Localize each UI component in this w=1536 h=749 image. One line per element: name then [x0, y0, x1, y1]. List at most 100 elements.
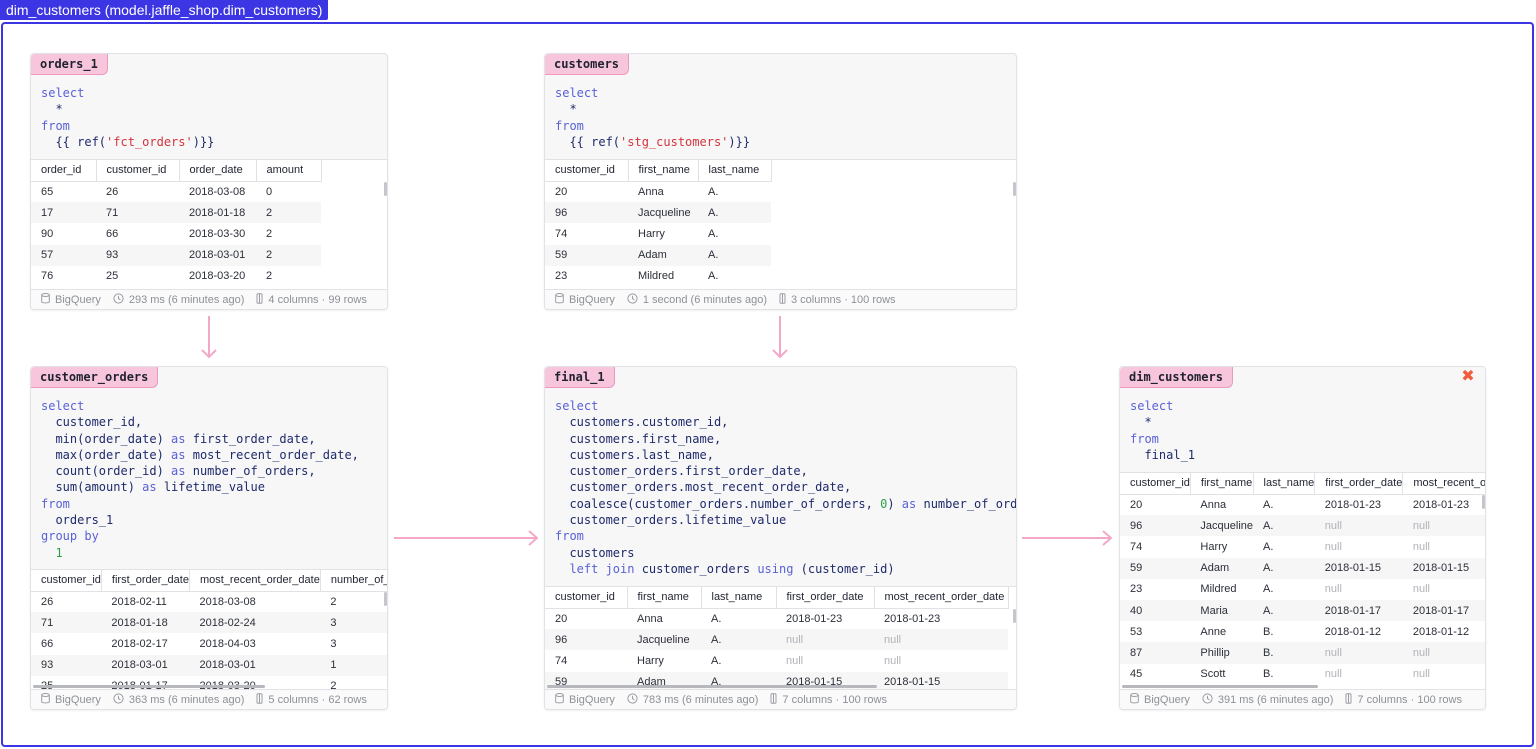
- table-cell: 0: [266, 185, 273, 198]
- code-line: customers.first_name,: [555, 431, 1010, 447]
- table-row[interactable]: 23 Mildred A.: [545, 266, 771, 287]
- column-header[interactable]: customer_id: [545, 160, 629, 182]
- source-label: BigQuery: [41, 290, 101, 309]
- sql-code[interactable]: select * from {{ ref('stg_customers')}}: [555, 85, 1010, 150]
- table-row[interactable]: 74 Harry A. null null: [545, 650, 1008, 671]
- table-cell: 53: [1130, 625, 1143, 638]
- column-header[interactable]: last_name: [701, 587, 777, 609]
- run-time-label: 1 second (6 minutes ago): [627, 290, 767, 309]
- arrow-down-icon: [201, 316, 217, 359]
- sql-code[interactable]: select customers.customer_id, customers.…: [555, 398, 1016, 577]
- node-final-1[interactable]: final_1 select customers.customer_id, cu…: [544, 366, 1017, 710]
- horizontal-scrollbar[interactable]: [33, 685, 265, 688]
- horizontal-scrollbar[interactable]: [547, 685, 877, 688]
- column-header[interactable]: first_name: [1190, 473, 1254, 495]
- column-header[interactable]: amount: [256, 160, 322, 182]
- node-tag: final_1: [545, 367, 615, 388]
- column-header[interactable]: most_recent_order_date: [189, 570, 321, 592]
- columns-icon: [779, 293, 786, 304]
- column-header[interactable]: number_of_orders: [320, 570, 387, 592]
- table-row[interactable]: 53 Anne B. 2018-01-12 2018-01-12: [1120, 621, 1485, 642]
- table-cell: null: [1412, 668, 1430, 681]
- node-dim-customers[interactable]: dim_customers ✖ select * from final_1 cus…: [1119, 366, 1486, 710]
- table-row[interactable]: 20 Anna A. 2018-01-23 2018-01-23: [1120, 494, 1485, 515]
- table-row[interactable]: 20 Anna A.: [545, 181, 771, 202]
- column-header[interactable]: customer_id: [96, 160, 180, 182]
- node-customers[interactable]: customers select * from {{ ref('stg_custo…: [544, 53, 1017, 310]
- column-header[interactable]: first_name: [627, 587, 702, 609]
- model-title: dim_customers (model.jaffle_shop.dim_cus…: [0, 0, 329, 20]
- table-cell: 2: [330, 680, 337, 689]
- code-token: lifetime_value: [156, 480, 265, 495]
- table-row[interactable]: 96 Jacqueline A. null null: [545, 629, 1008, 651]
- vertical-scrollbar[interactable]: [1482, 495, 1485, 509]
- table-row[interactable]: 45 Scott B. null null: [1120, 664, 1485, 685]
- table-cell: A.: [1253, 515, 1315, 537]
- table-cell: 59: [545, 244, 628, 266]
- code-token: as: [171, 464, 186, 479]
- code-token: from: [41, 496, 70, 511]
- column-header[interactable]: last_name: [1253, 473, 1316, 495]
- column-header[interactable]: order_date: [179, 160, 257, 182]
- column-header[interactable]: most_recent_order_date: [1402, 473, 1485, 495]
- table-cell: 2018-01-15: [874, 671, 1008, 689]
- table-cell: A.: [698, 244, 771, 266]
- column-header[interactable]: order_id: [31, 160, 97, 182]
- column-header[interactable]: first_order_date: [1314, 473, 1404, 495]
- sql-code[interactable]: select * from final_1: [1130, 398, 1479, 463]
- table-cell: 90: [41, 227, 54, 240]
- results-table[interactable]: customer_id first_name last_name 20 Anna A. 96…: [545, 159, 1016, 289]
- table-row[interactable]: 96 Jacqueline A.: [545, 202, 771, 224]
- column-header[interactable]: last_name: [698, 160, 772, 182]
- results-table[interactable]: customer_id first_name last_name first_orde…: [545, 586, 1016, 689]
- table-row[interactable]: 57 93 2018-03-01 2: [31, 244, 321, 266]
- table-row[interactable]: 26 2018-02-11 2018-03-08 2: [31, 591, 387, 612]
- results-table[interactable]: customer_id first_order_date most_recent_o…: [31, 569, 387, 689]
- column-header[interactable]: most_recent_order_date: [874, 587, 1009, 609]
- column-header[interactable]: customer_id: [545, 587, 628, 609]
- code-line: from: [555, 118, 1010, 134]
- vertical-scrollbar[interactable]: [1013, 609, 1016, 623]
- shape-label: 7 columns · 100 rows: [770, 690, 887, 709]
- close-icon[interactable]: ✖: [1461, 369, 1475, 385]
- sql-code[interactable]: select * from {{ ref('fct_orders')}}: [41, 85, 381, 150]
- vertical-scrollbar[interactable]: [384, 592, 387, 606]
- table-row[interactable]: 74 Harry A. null null: [1120, 536, 1485, 557]
- table-row[interactable]: 93 2018-03-01 2018-03-01 1: [31, 654, 387, 676]
- column-header[interactable]: customer_id: [1120, 473, 1191, 495]
- column-header[interactable]: first_name: [628, 160, 699, 182]
- column-header[interactable]: first_order_date: [776, 587, 875, 609]
- table-row[interactable]: 96 Jacqueline A. null null: [1120, 515, 1485, 537]
- vertical-scrollbar[interactable]: [1013, 182, 1016, 196]
- table-row[interactable]: 66 2018-02-17 2018-04-03 3: [31, 633, 387, 654]
- table-row[interactable]: 87 Phillip B. null null: [1120, 642, 1485, 664]
- table-cell: 20: [1130, 498, 1143, 511]
- node-customer-orders[interactable]: customer_orders select customer_id, min(…: [30, 366, 388, 710]
- column-header[interactable]: first_order_date: [101, 570, 190, 592]
- table-row[interactable]: 20 Anna A. 2018-01-23 2018-01-23: [545, 608, 1008, 629]
- table-row[interactable]: 59 Adam A. 2018-01-15 2018-01-15: [1120, 557, 1485, 579]
- column-header[interactable]: customer_id: [31, 570, 102, 592]
- table-row[interactable]: 23 Mildred A. null null: [1120, 579, 1485, 600]
- table-cell: A.: [1263, 540, 1274, 553]
- arrow-down-icon: [772, 316, 788, 359]
- table-cell: 2: [266, 227, 273, 240]
- source-label: BigQuery: [555, 690, 615, 709]
- table-row[interactable]: 71 2018-01-18 2018-02-24 3: [31, 612, 387, 634]
- code-line: customer_id,: [41, 414, 381, 430]
- table-row[interactable]: 17 71 2018-01-18 2: [31, 202, 321, 224]
- node-orders-1[interactable]: orders_1 select * from {{ ref('fct_orders…: [30, 53, 388, 310]
- sql-code[interactable]: select customer_id, min(order_date) as f…: [41, 398, 381, 561]
- table-row[interactable]: 65 26 2018-03-08 0: [31, 181, 321, 202]
- results-table[interactable]: customer_id first_name last_name first_orde…: [1120, 472, 1485, 689]
- vertical-scrollbar[interactable]: [384, 182, 387, 196]
- table-row[interactable]: 40 Maria A. 2018-01-17 2018-01-17: [1120, 599, 1485, 622]
- table-row[interactable]: 76 25 2018-03-20 2: [31, 266, 321, 287]
- table-cell: 96: [545, 629, 627, 651]
- results-table[interactable]: order_id customer_id order_date amount 65 26 2…: [31, 159, 387, 289]
- table-row[interactable]: 59 Adam A.: [545, 244, 771, 266]
- table-row[interactable]: 74 Harry A.: [545, 223, 771, 244]
- code-line: select: [555, 85, 1010, 101]
- horizontal-scrollbar[interactable]: [1122, 685, 1318, 688]
- table-row[interactable]: 90 66 2018-03-30 2: [31, 223, 321, 244]
